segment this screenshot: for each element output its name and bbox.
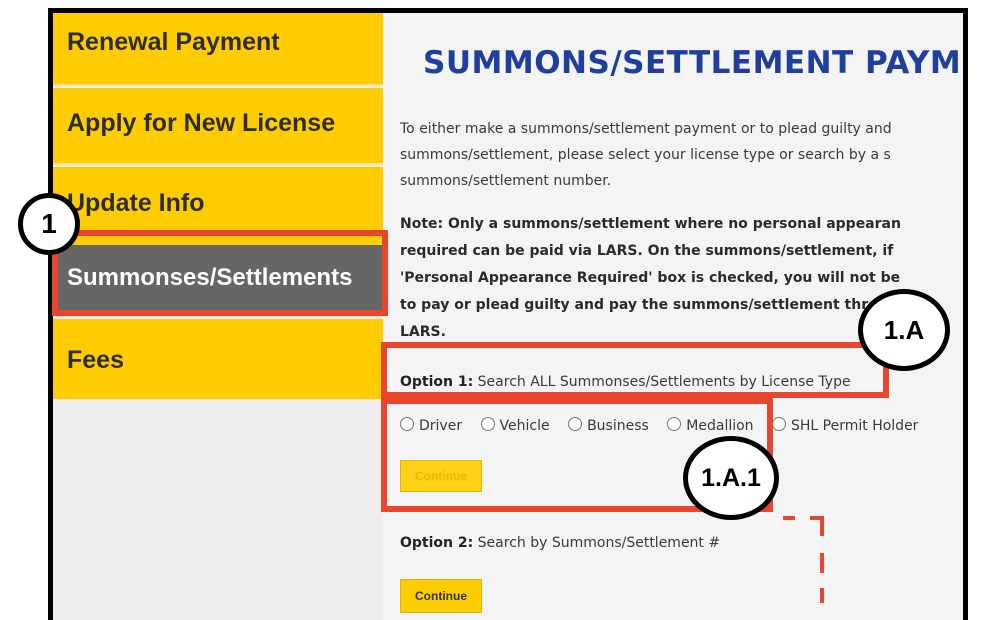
callout-badge-1: 1 (18, 193, 80, 255)
dashed-connector (820, 588, 824, 603)
radio-label: SHL Permit Holder (791, 418, 919, 434)
note-text-line: LARS. (400, 324, 446, 340)
option-1-prefix: Option 1: (400, 374, 474, 390)
continue-button-option-1[interactable]: Continue (400, 460, 482, 492)
dashed-connector (783, 516, 795, 520)
note-text-line: Note: Only a summons/settlement where no… (400, 216, 901, 232)
radio-driver[interactable]: Driver (400, 417, 462, 434)
sidebar-item-fees[interactable]: Fees (53, 319, 383, 399)
callout-badge-1a: 1.A (858, 289, 950, 371)
intro-text-line: summons/settlement number. (400, 173, 612, 189)
continue-button-option-2[interactable]: Continue (400, 579, 482, 613)
radio-circle-icon (480, 417, 495, 431)
note-text-line: to pay or plead guilty and pay the summo… (400, 297, 908, 313)
radio-vehicle[interactable]: Vehicle (480, 417, 550, 434)
dashed-connector (820, 553, 824, 573)
note-text-line: required can be paid via LARS. On the su… (400, 243, 894, 259)
option-2-line: Option 2: Search by Summons/Settlement # (400, 535, 720, 551)
radio-medallion[interactable]: Medallion (667, 417, 754, 434)
sidebar-item-update-info[interactable]: Update Info (53, 167, 383, 245)
radio-label: Business (587, 418, 649, 434)
sidebar-item-apply-new-license[interactable]: Apply for New License (53, 88, 383, 165)
license-type-radio-group: Driver Vehicle Business Medallion SHL Pe… (400, 417, 932, 434)
sidebar-item-renewal-payment[interactable]: Renewal Payment (53, 13, 383, 86)
intro-text-line: To either make a summons/settlement paym… (400, 121, 892, 137)
dashed-connector (820, 516, 824, 536)
sidebar-item-summonses-settlements[interactable]: Summonses/Settlements (53, 245, 383, 311)
radio-label: Medallion (686, 418, 754, 434)
radio-label: Driver (419, 418, 463, 434)
radio-shl-permit-holder[interactable]: SHL Permit Holder (772, 417, 918, 434)
sidebar-nav: Renewal Payment Apply for New License Up… (53, 13, 383, 620)
intro-text-line: summons/settlement, please select your l… (400, 147, 891, 163)
note-text-line: 'Personal Appearance Required' box is ch… (400, 270, 901, 286)
callout-badge-1a1: 1.A.1 (683, 436, 779, 520)
option-2-text: Search by Summons/Settlement # (477, 535, 721, 551)
radio-label: Vehicle (499, 418, 550, 434)
option-1-line: Option 1: Search ALL Summonses/Settlemen… (400, 374, 851, 390)
radio-circle-icon (400, 417, 414, 431)
radio-business[interactable]: Business (568, 417, 649, 434)
browser-frame: Renewal Payment Apply for New License Up… (48, 8, 968, 620)
option-2-prefix: Option 2: (400, 535, 474, 551)
option-1-text: Search ALL Summonses/Settlements by Lice… (477, 374, 851, 390)
radio-circle-icon (667, 417, 682, 431)
radio-circle-icon (568, 417, 583, 431)
page-title: SUMMONS/SETTLEMENT PAYME (423, 45, 963, 81)
radio-circle-icon (772, 417, 786, 431)
